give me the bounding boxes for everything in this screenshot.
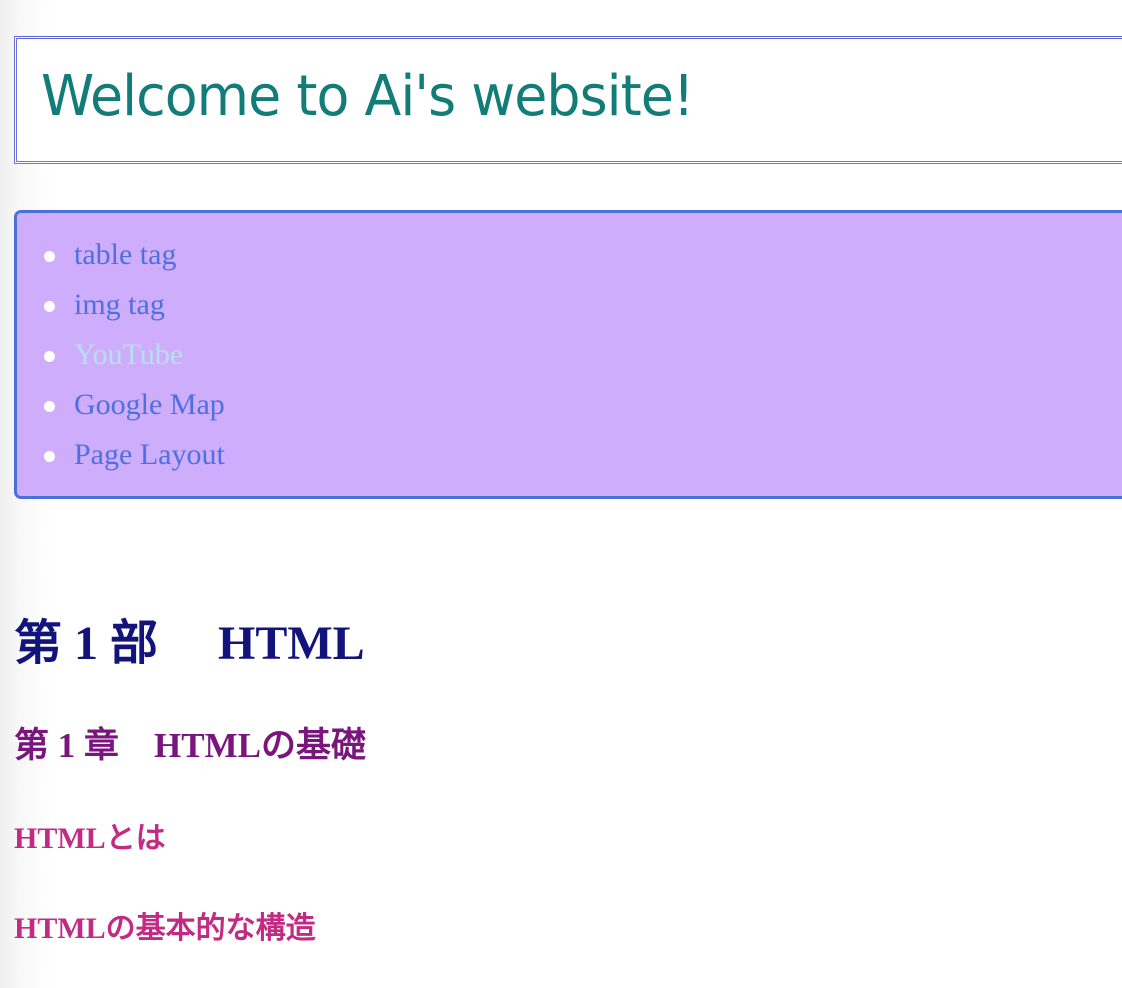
nav-link-table-tag[interactable]: table tag — [74, 238, 176, 272]
bullet-icon — [44, 251, 55, 262]
bullet-icon — [44, 451, 55, 462]
nav-item-page-layout: Page Layout — [17, 436, 417, 476]
chapter-title: 第 1 章 HTMLの基礎 — [14, 726, 366, 765]
nav-link-img-tag[interactable]: img tag — [74, 288, 165, 322]
nav-item-img-tag: img tag — [17, 286, 417, 326]
site-title: Welcome to Ai's website! — [41, 64, 694, 129]
section-title-html-basic-structure: HTMLの基本的な構造 — [14, 912, 316, 945]
nav-link-google-map[interactable]: Google Map — [74, 388, 225, 422]
nav-item-youtube: YouTube — [17, 336, 417, 376]
nav-item-table-tag: table tag — [17, 236, 417, 276]
site-header: Welcome to Ai's website! — [14, 36, 1122, 164]
section-title-what-is-html: HTMLとは — [14, 822, 166, 855]
nav-link-page-layout[interactable]: Page Layout — [74, 438, 225, 472]
bullet-icon — [44, 301, 55, 312]
part-title: 第 1 部 HTML — [14, 617, 365, 670]
bullet-icon — [44, 351, 55, 362]
bullet-icon — [44, 401, 55, 412]
nav-link-youtube[interactable]: YouTube — [74, 338, 183, 372]
navigation-menu: table tag img tag YouTube Google Map Pag… — [14, 210, 1122, 499]
nav-item-google-map: Google Map — [17, 386, 417, 426]
